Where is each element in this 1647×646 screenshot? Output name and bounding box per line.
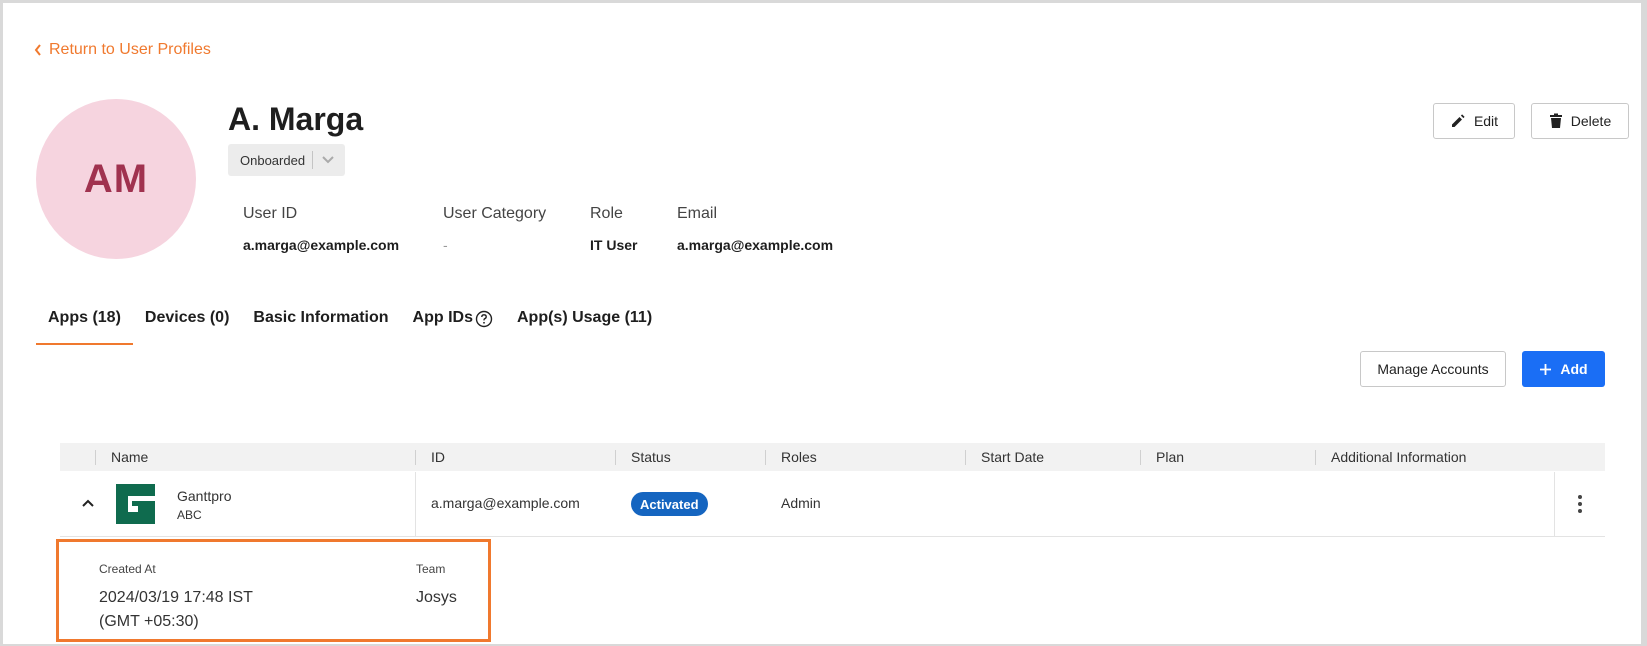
account-id-cell: a.marga@example.com [431, 495, 580, 511]
add-button-label: Add [1560, 361, 1588, 377]
column-header-additional-information[interactable]: Additional Information [1331, 449, 1466, 465]
column-divider [1554, 472, 1555, 537]
column-divider [1140, 450, 1141, 465]
delete-button-label: Delete [1570, 113, 1612, 129]
status-dropdown-value: Onboarded [240, 152, 306, 168]
created-at-timezone: (GMT +05:30) [99, 613, 199, 630]
role-label: Role [590, 205, 623, 222]
email-value: a.marga@example.com [677, 237, 834, 253]
pencil-icon [1451, 114, 1465, 127]
chevron-down-icon [313, 155, 343, 165]
tab-app-usage[interactable]: App(s) Usage (11) [505, 300, 664, 345]
column-header-name[interactable]: Name [111, 449, 148, 465]
edit-button-label: Edit [1473, 113, 1499, 129]
created-at-label: Created At [99, 562, 156, 576]
roles-cell: Admin [781, 495, 821, 511]
tab-basic-information-label: Basic Information [253, 309, 389, 326]
user-category-label: User Category [443, 205, 547, 222]
user-id-label: User ID [243, 205, 298, 222]
column-divider [415, 450, 416, 465]
role-value: IT User [590, 237, 638, 253]
column-divider [415, 472, 416, 537]
trash-icon [1549, 113, 1562, 128]
app-name[interactable]: Ganttpro [177, 488, 231, 504]
tab-app-ids[interactable]: App IDs [401, 300, 505, 345]
add-button[interactable]: Add [1522, 351, 1605, 387]
row-details-panel: Created At 2024/03/19 17:48 IST (GMT +05… [56, 539, 491, 642]
created-at-datetime: 2024/03/19 17:48 IST [99, 589, 253, 606]
user-name-heading: A. Marga [228, 101, 364, 137]
column-header-plan[interactable]: Plan [1156, 449, 1184, 465]
tab-app-usage-label: App(s) Usage (11) [517, 309, 653, 326]
edit-button[interactable]: Edit [1433, 103, 1515, 139]
tab-apps-label: Apps (18) [48, 309, 121, 326]
app-subtitle: ABC [177, 508, 202, 522]
column-divider [965, 450, 966, 465]
team-value: Josys [416, 589, 457, 606]
user-id-value: a.marga@example.com [243, 237, 400, 253]
manage-accounts-label: Manage Accounts [1377, 361, 1489, 377]
team-label: Team [416, 562, 446, 576]
column-header-roles[interactable]: Roles [781, 449, 817, 465]
column-divider [1315, 450, 1316, 465]
column-header-id[interactable]: ID [431, 449, 445, 465]
created-at-value: 2024/03/19 17:48 IST (GMT +05:30) [99, 586, 253, 634]
ganttpro-logo-icon [116, 484, 155, 524]
tab-basic-information[interactable]: Basic Information [241, 300, 400, 345]
column-divider [95, 450, 96, 465]
delete-button[interactable]: Delete [1531, 103, 1629, 139]
email-label: Email [677, 205, 718, 222]
profile-tabs: Apps (18) Devices (0) Basic Information … [36, 300, 664, 345]
column-header-status[interactable]: Status [631, 449, 671, 465]
tab-apps[interactable]: Apps (18) [36, 300, 133, 345]
column-divider [765, 450, 766, 465]
tab-app-ids-label: App IDs [412, 309, 473, 326]
tab-devices[interactable]: Devices (0) [133, 300, 242, 345]
manage-accounts-button[interactable]: Manage Accounts [1360, 351, 1506, 387]
chevron-left-icon [34, 44, 41, 56]
column-divider [615, 450, 616, 465]
back-link-label: Return to User Profiles [49, 41, 211, 58]
apps-table-header: Name ID Status Roles Start Date Plan Add… [60, 443, 1605, 471]
help-circle-icon[interactable] [475, 310, 493, 328]
status-badge: Activated [631, 492, 708, 516]
avatar: AM [36, 99, 196, 259]
status-dropdown[interactable]: Onboarded [228, 144, 345, 176]
more-vertical-icon[interactable] [1577, 494, 1583, 514]
chevron-up-icon[interactable] [81, 498, 95, 508]
avatar-initials: AM [83, 156, 149, 201]
back-to-user-profiles-link[interactable]: Return to User Profiles [33, 41, 211, 59]
plus-icon [1540, 363, 1552, 375]
column-header-start-date[interactable]: Start Date [981, 449, 1044, 465]
user-category-value: - [443, 237, 448, 253]
tab-devices-label: Devices (0) [144, 309, 230, 326]
table-row: Ganttpro ABC a.marga@example.com Activat… [60, 472, 1605, 537]
